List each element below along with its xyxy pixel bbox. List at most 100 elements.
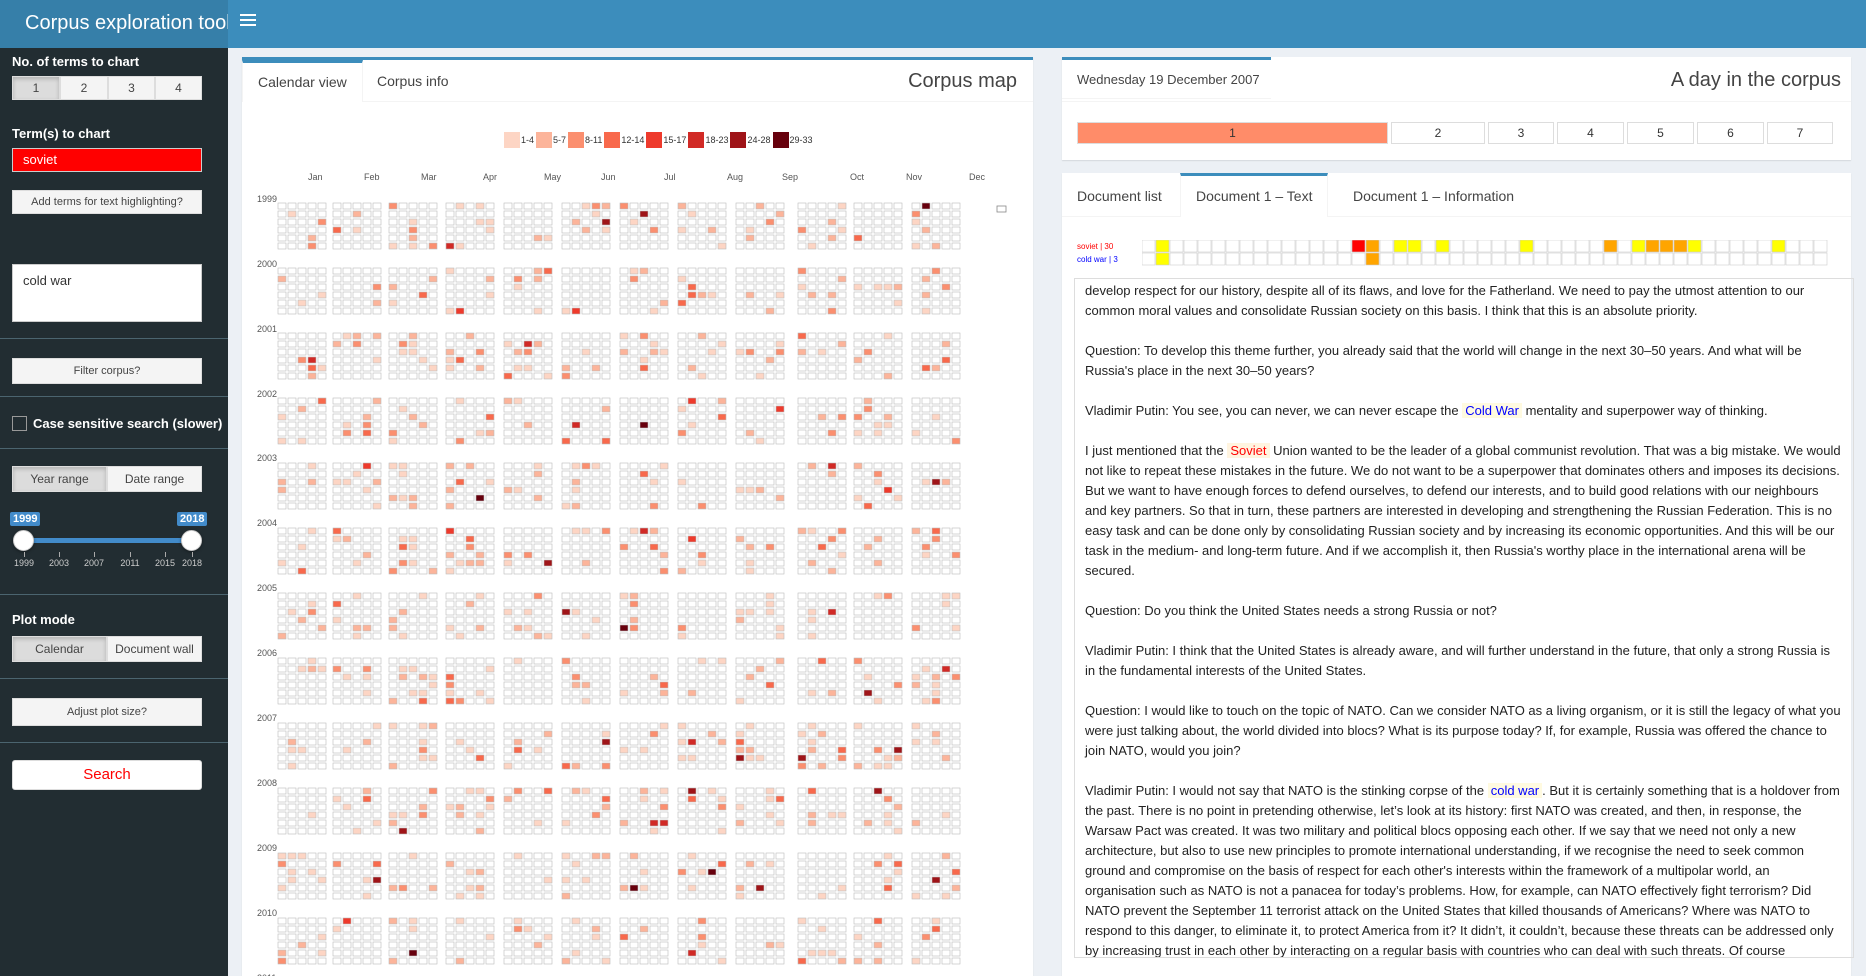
calendar-day-cell[interactable] bbox=[827, 429, 837, 437]
calendar-day-cell[interactable] bbox=[591, 868, 601, 876]
calendar-day-cell[interactable] bbox=[332, 892, 342, 900]
calendar-day-cell[interactable] bbox=[775, 267, 785, 275]
calendar-day-cell[interactable] bbox=[485, 543, 495, 551]
calendar-day-cell[interactable] bbox=[475, 860, 485, 868]
calendar-day-cell[interactable] bbox=[735, 803, 745, 811]
calendar-day-cell[interactable] bbox=[837, 957, 847, 965]
calendar-day-cell[interactable] bbox=[873, 567, 883, 575]
calendar-day-cell[interactable] bbox=[639, 746, 649, 754]
calendar-day-cell[interactable] bbox=[941, 429, 951, 437]
calendar-day-cell[interactable] bbox=[307, 429, 317, 437]
calendar-day-cell[interactable] bbox=[951, 202, 961, 210]
calendar-day-cell[interactable] bbox=[601, 202, 611, 210]
calendar-day-cell[interactable] bbox=[755, 592, 765, 600]
calendar-day-cell[interactable] bbox=[735, 559, 745, 567]
calendar-day-cell[interactable] bbox=[571, 673, 581, 681]
calendar-day-cell[interactable] bbox=[503, 429, 513, 437]
calendar-day-cell[interactable] bbox=[893, 754, 903, 762]
calendar-day-cell[interactable] bbox=[797, 478, 807, 486]
calendar-day-cell[interactable] bbox=[687, 787, 697, 795]
calendar-day-cell[interactable] bbox=[398, 535, 408, 543]
calendar-day-cell[interactable] bbox=[307, 413, 317, 421]
calendar-day-cell[interactable] bbox=[765, 657, 775, 665]
calendar-day-cell[interactable] bbox=[513, 925, 523, 933]
calendar-day-cell[interactable] bbox=[571, 746, 581, 754]
calendar-day-cell[interactable] bbox=[677, 437, 687, 445]
calendar-day-cell[interactable] bbox=[352, 827, 362, 835]
calendar-day-cell[interactable] bbox=[639, 470, 649, 478]
strip-segment[interactable] bbox=[1379, 252, 1394, 266]
calendar-day-cell[interactable] bbox=[687, 470, 697, 478]
calendar-day-cell[interactable] bbox=[485, 933, 495, 941]
calendar-day-cell[interactable] bbox=[408, 242, 418, 250]
calendar-day-cell[interactable] bbox=[827, 551, 837, 559]
calendar-day-cell[interactable] bbox=[362, 234, 372, 242]
calendar-day-cell[interactable] bbox=[817, 616, 827, 624]
calendar-day-cell[interactable] bbox=[533, 624, 543, 632]
calendar-day-cell[interactable] bbox=[342, 356, 352, 364]
calendar-day-cell[interactable] bbox=[797, 372, 807, 380]
calendar-day-cell[interactable] bbox=[591, 689, 601, 697]
calendar-day-cell[interactable] bbox=[342, 876, 352, 884]
calendar-day-cell[interactable] bbox=[639, 462, 649, 470]
calendar-day-cell[interactable] bbox=[755, 917, 765, 925]
calendar-day-cell[interactable] bbox=[745, 795, 755, 803]
calendar-day-cell[interactable] bbox=[372, 372, 382, 380]
calendar-day-cell[interactable] bbox=[717, 795, 727, 803]
calendar-day-cell[interactable] bbox=[931, 925, 941, 933]
calendar-day-cell[interactable] bbox=[317, 624, 327, 632]
calendar-day-cell[interactable] bbox=[408, 210, 418, 218]
calendar-day-cell[interactable] bbox=[561, 348, 571, 356]
calendar-day-cell[interactable] bbox=[398, 234, 408, 242]
calendar-day-cell[interactable] bbox=[883, 242, 893, 250]
calendar-day-cell[interactable] bbox=[707, 754, 717, 762]
calendar-day-cell[interactable] bbox=[649, 275, 659, 283]
strip-segment[interactable] bbox=[1323, 252, 1338, 266]
strip-segment[interactable] bbox=[1225, 252, 1240, 266]
calendar-day-cell[interactable] bbox=[277, 852, 287, 860]
calendar-day-cell[interactable] bbox=[921, 811, 931, 819]
calendar-day-cell[interactable] bbox=[372, 210, 382, 218]
calendar-day-cell[interactable] bbox=[352, 592, 362, 600]
calendar-day-cell[interactable] bbox=[951, 949, 961, 957]
calendar-day-cell[interactable] bbox=[287, 868, 297, 876]
calendar-day-cell[interactable] bbox=[735, 226, 745, 234]
calendar-day-cell[interactable] bbox=[543, 267, 553, 275]
calendar-day-cell[interactable] bbox=[697, 543, 707, 551]
calendar-day-cell[interactable] bbox=[445, 616, 455, 624]
calendar-day-cell[interactable] bbox=[445, 624, 455, 632]
calendar-day-cell[interactable] bbox=[677, 746, 687, 754]
calendar-day-cell[interactable] bbox=[503, 746, 513, 754]
calendar-day-cell[interactable] bbox=[941, 608, 951, 616]
calendar-day-cell[interactable] bbox=[649, 827, 659, 835]
calendar-day-cell[interactable] bbox=[775, 624, 785, 632]
calendar-day-cell[interactable] bbox=[408, 852, 418, 860]
calendar-day-cell[interactable] bbox=[465, 429, 475, 437]
calendar-day-cell[interactable] bbox=[455, 592, 465, 600]
calendar-day-cell[interactable] bbox=[307, 283, 317, 291]
calendar-day-cell[interactable] bbox=[687, 283, 697, 291]
calendar-day-cell[interactable] bbox=[807, 722, 817, 730]
calendar-day-cell[interactable] bbox=[765, 299, 775, 307]
calendar-day-cell[interactable] bbox=[277, 567, 287, 575]
calendar-day-cell[interactable] bbox=[717, 372, 727, 380]
calendar-day-cell[interactable] bbox=[649, 868, 659, 876]
calendar-day-cell[interactable] bbox=[503, 803, 513, 811]
calendar-day-cell[interactable] bbox=[561, 291, 571, 299]
calendar-day-cell[interactable] bbox=[513, 689, 523, 697]
calendar-day-cell[interactable] bbox=[717, 210, 727, 218]
calendar-day-cell[interactable] bbox=[332, 470, 342, 478]
calendar-day-cell[interactable] bbox=[388, 527, 398, 535]
calendar-day-cell[interactable] bbox=[277, 600, 287, 608]
calendar-day-cell[interactable] bbox=[485, 283, 495, 291]
calendar-day-cell[interactable] bbox=[687, 242, 697, 250]
calendar-day-cell[interactable] bbox=[372, 486, 382, 494]
calendar-day-cell[interactable] bbox=[863, 592, 873, 600]
calendar-day-cell[interactable] bbox=[629, 819, 639, 827]
calendar-day-cell[interactable] bbox=[735, 535, 745, 543]
calendar-day-cell[interactable] bbox=[352, 681, 362, 689]
calendar-day-cell[interactable] bbox=[873, 665, 883, 673]
calendar-day-cell[interactable] bbox=[591, 657, 601, 665]
calendar-day-cell[interactable] bbox=[601, 600, 611, 608]
calendar-day-cell[interactable] bbox=[717, 608, 727, 616]
